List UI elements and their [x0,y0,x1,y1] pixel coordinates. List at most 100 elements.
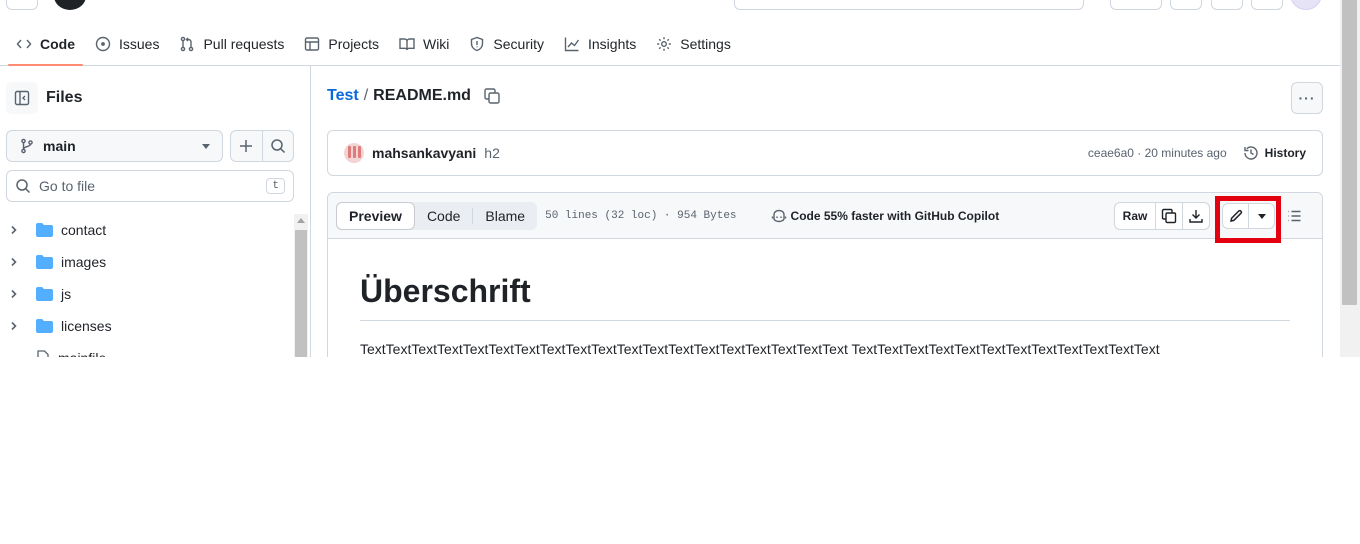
files-header: Files [6,82,82,114]
tab-code-label: Code [40,35,75,52]
copy-icon [1161,208,1177,224]
history-icon [1243,146,1258,160]
raw-button[interactable]: Raw [1115,203,1155,229]
files-title: Files [46,89,83,106]
graph-icon [564,37,580,51]
repo-nav: Code Issues Pull requests Projects Wiki … [0,22,1340,66]
chevron-down-icon [202,143,210,149]
tree-item-label: mainfile [58,350,106,357]
code-icon [16,39,32,48]
tab-code[interactable]: Code [8,22,83,66]
tab-pull-requests[interactable]: Pull requests [171,22,292,65]
file-viewer: Preview Code Blame 50 lines (32 loc) · 9… [327,192,1323,357]
tree-item-label: images [61,254,107,270]
inbox-button[interactable] [1251,0,1283,10]
menu-button[interactable] [6,0,38,10]
author-avatar[interactable] [344,143,364,163]
scroll-up-arrow-icon[interactable] [297,218,305,223]
user-avatar[interactable] [1290,0,1322,10]
github-logo-icon[interactable] [54,0,86,10]
sidebar-scrollbar[interactable] [294,214,308,357]
tab-issues-label: Issues [119,35,160,52]
breadcrumb-repo-link[interactable]: Test [327,87,359,105]
edit-file-button[interactable] [1223,204,1248,228]
more-options-button[interactable]: ··· [1291,82,1323,114]
copilot-promo-label: Code 55% faster with GitHub Copilot [790,208,1000,223]
search-files-button[interactable] [261,131,293,161]
commit-meta[interactable]: ceae6a0 · 20 minutes ago [1088,146,1227,160]
tab-insights-label: Insights [588,35,637,52]
history-button[interactable]: History [1243,145,1306,161]
folder-icon [36,319,53,333]
copilot-promo-link[interactable]: Code 55% faster with GitHub Copilot [771,208,1000,224]
copy-path-icon[interactable] [483,87,501,105]
top-header [0,0,1340,12]
markdown-body: Überschrift TextTextTextTextTextTextText… [328,239,1322,357]
branch-name: main [43,138,76,154]
tree-item-label: js [61,286,72,302]
download-icon [1189,210,1203,223]
issue-icon [95,36,111,51]
file-info: 50 lines (32 loc) · 954 Bytes [545,209,737,222]
tab-issues[interactable]: Issues [87,22,167,65]
page-scrollbar-thumb[interactable] [1342,0,1357,305]
tab-blame[interactable]: Blame [473,202,537,230]
tab-insights[interactable]: Insights [556,22,644,65]
sidebar-collapse-icon [14,90,30,106]
folder-icon [36,223,53,237]
chevron-right-icon[interactable] [8,256,20,268]
commit-author[interactable]: mahsankavyani [372,145,476,161]
chevron-right-icon[interactable] [8,224,20,236]
list-unordered-icon [1288,210,1301,222]
latest-commit-bar: mahsankavyani h2 ceae6a0 · 20 minutes ag… [327,130,1323,176]
browser-viewport: Code Issues Pull requests Projects Wiki … [0,0,1360,357]
breadcrumb-separator: / [363,87,369,104]
tree-item-file[interactable]: mainfile [0,342,292,357]
create-button[interactable] [1170,0,1202,10]
tab-projects[interactable]: Projects [296,22,387,65]
tree-item-folder[interactable]: js [0,278,292,310]
keyboard-shortcut-hint: t [266,178,285,194]
shield-icon [471,36,484,51]
tree-item-folder[interactable]: images [0,246,292,278]
triangle-down-icon [1257,213,1266,219]
breadcrumb: Test / README.md [327,87,501,105]
raw-actions-group: Raw [1114,202,1210,230]
search-icon [16,179,31,194]
tab-preview[interactable]: Preview [336,201,415,230]
copy-raw-button[interactable] [1155,203,1182,229]
breadcrumb-file-name: README.md [373,87,471,104]
sidebar-scrollbar-thumb[interactable] [295,230,307,357]
file-tree-sidebar: Files main Go to file t contact images j… [0,66,311,357]
blank-area [0,357,1360,544]
chevron-right-icon[interactable] [8,288,20,300]
branch-selector[interactable]: main [6,130,223,162]
page-scrollbar[interactable] [1340,0,1360,357]
commit-message[interactable]: h2 [484,145,500,161]
folder-icon [36,255,53,269]
issues-button[interactable] [1211,0,1243,10]
download-raw-button[interactable] [1182,203,1209,229]
tab-security-label: Security [493,35,544,52]
file-icon [37,350,49,357]
book-icon [399,37,415,50]
copilot-button[interactable] [1110,0,1162,10]
tab-security[interactable]: Security [461,22,552,65]
tree-item-folder[interactable]: contact [0,214,292,246]
search-input[interactable] [734,0,1084,10]
add-file-button[interactable] [231,131,262,161]
tab-code-view[interactable]: Code [415,202,472,230]
edit-actions-group [1222,203,1275,229]
edit-options-dropdown[interactable] [1248,204,1274,228]
branch-icon [21,138,33,154]
chevron-right-icon[interactable] [8,320,20,332]
collapse-sidebar-button[interactable] [6,82,38,114]
go-to-file-placeholder: Go to file [39,178,96,194]
tree-item-folder[interactable]: licenses [0,310,292,342]
view-mode-tabs: Preview Code Blame [336,201,538,230]
go-to-file-input[interactable]: Go to file t [6,170,294,202]
outline-button[interactable] [1284,206,1304,226]
tab-settings[interactable]: Settings [648,22,739,65]
folder-icon [36,287,53,301]
tab-wiki[interactable]: Wiki [391,22,457,65]
